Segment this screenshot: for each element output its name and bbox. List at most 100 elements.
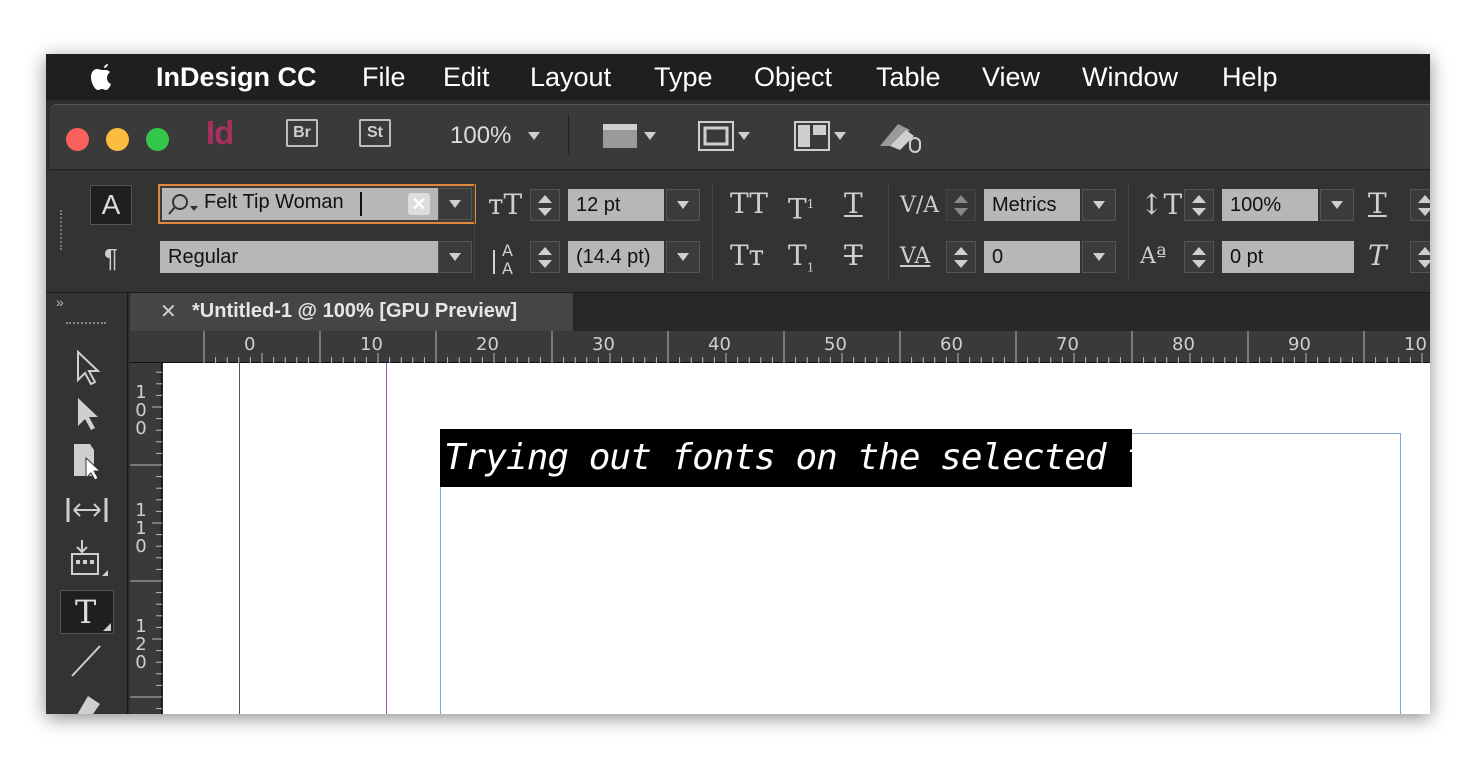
ruler-label: 10 bbox=[360, 334, 383, 355]
font-style-field[interactable]: Regular bbox=[160, 241, 438, 273]
superscript-button[interactable]: T1 bbox=[788, 188, 814, 225]
font-family-value: Felt Tip Woman bbox=[204, 191, 344, 213]
selection-tool-icon[interactable] bbox=[64, 348, 110, 388]
line-tool-icon[interactable] bbox=[64, 640, 110, 680]
leading-icon: A A bbox=[493, 241, 513, 278]
content-collector-tool-icon[interactable] bbox=[64, 538, 110, 578]
subscript-button[interactable]: T1 bbox=[788, 240, 814, 284]
svg-text:A: A bbox=[502, 259, 513, 278]
tracking-stepper[interactable] bbox=[946, 241, 976, 273]
divider bbox=[888, 184, 889, 280]
search-stock-button[interactable]: St bbox=[359, 119, 391, 147]
ruler-label: 10 bbox=[1404, 334, 1427, 355]
document-tab-title: *Untitled-1 @ 100% [GPU Preview] bbox=[192, 300, 518, 322]
all-caps-button[interactable]: TT bbox=[730, 188, 768, 220]
tracking-icon: VA bbox=[900, 244, 931, 269]
menu-type[interactable]: Type bbox=[654, 62, 713, 92]
skew-icon: T bbox=[1368, 239, 1387, 272]
leading-field[interactable]: (14.4 pt) bbox=[568, 241, 664, 273]
leading-dropdown[interactable] bbox=[666, 241, 700, 273]
horizontal-scale-stepper[interactable] bbox=[1410, 189, 1430, 221]
go-to-bridge-button[interactable]: Br bbox=[286, 119, 318, 147]
menu-table[interactable]: Table bbox=[876, 62, 941, 92]
document-canvas[interactable]: Trying out fonts on the selected type bbox=[163, 363, 1430, 714]
baseline-shift-field[interactable]: 0 pt bbox=[1222, 241, 1354, 273]
font-size-icon: ᴛT bbox=[488, 188, 523, 221]
expand-panel-icon[interactable]: » bbox=[56, 294, 64, 310]
kerning-field[interactable]: Metrics bbox=[984, 189, 1080, 221]
paragraph-formatting-button[interactable]: ¶ bbox=[90, 238, 132, 278]
vertical-scale-dropdown[interactable] bbox=[1320, 189, 1354, 221]
view-options-icon[interactable] bbox=[600, 116, 658, 156]
tracking-dropdown[interactable] bbox=[1082, 241, 1116, 273]
type-tool-button[interactable]: T bbox=[60, 590, 114, 634]
chevron-down-icon[interactable] bbox=[528, 132, 540, 140]
underline-button[interactable]: T bbox=[844, 188, 863, 220]
ruler-label: 110 bbox=[135, 500, 147, 557]
page-edge bbox=[239, 363, 240, 714]
clear-icon[interactable]: ✕ bbox=[408, 193, 430, 215]
ruler-label: 20 bbox=[476, 334, 499, 355]
leading-stepper[interactable] bbox=[530, 241, 560, 273]
horizontal-ruler[interactable] bbox=[130, 331, 1430, 363]
baseline-shift-stepper[interactable] bbox=[1184, 241, 1214, 273]
selected-text[interactable]: Trying out fonts on the selected type bbox=[440, 429, 1210, 487]
menu-object[interactable]: Object bbox=[754, 62, 832, 92]
menu-window[interactable]: Window bbox=[1082, 62, 1178, 92]
ruler-label: 0 bbox=[244, 334, 256, 355]
horizontal-scale-icon: T bbox=[1368, 187, 1387, 220]
menu-layout[interactable]: Layout bbox=[530, 62, 611, 92]
menu-file[interactable]: File bbox=[362, 62, 406, 92]
minimize-window-button[interactable] bbox=[106, 128, 129, 151]
document-tab[interactable]: ✕ *Untitled-1 @ 100% [GPU Preview] bbox=[130, 293, 574, 331]
ruler-label: 100 bbox=[135, 382, 147, 439]
ruler-label: 30 bbox=[592, 334, 615, 355]
indesign-window: InDesign CC File Edit Layout Type Object… bbox=[46, 54, 1430, 714]
arrange-documents-icon[interactable] bbox=[792, 116, 850, 156]
ruler-label: 70 bbox=[1056, 334, 1079, 355]
menu-app-name[interactable]: InDesign CC bbox=[156, 62, 317, 92]
zoom-level-select[interactable]: 100% bbox=[450, 122, 511, 150]
vertical-scale-field[interactable]: 100% bbox=[1222, 189, 1318, 221]
pen-tool-icon[interactable] bbox=[64, 684, 110, 714]
ruler-label: 90 bbox=[1288, 334, 1311, 355]
font-size-field[interactable]: 12 pt bbox=[568, 189, 664, 221]
divider bbox=[1128, 184, 1129, 280]
kerning-stepper[interactable] bbox=[946, 189, 976, 221]
font-size-stepper[interactable] bbox=[530, 189, 560, 221]
ruler-label: 40 bbox=[708, 334, 731, 355]
apple-menu-icon[interactable] bbox=[88, 62, 118, 92]
small-caps-button[interactable]: Tт bbox=[730, 240, 764, 272]
close-window-button[interactable] bbox=[66, 128, 89, 151]
font-style-dropdown[interactable] bbox=[438, 241, 472, 273]
menu-help[interactable]: Help bbox=[1222, 62, 1278, 92]
vertical-scale-stepper[interactable] bbox=[1184, 189, 1214, 221]
ruler-label: 60 bbox=[940, 334, 963, 355]
panel-grip[interactable] bbox=[60, 210, 64, 250]
font-family-dropdown[interactable] bbox=[438, 188, 472, 220]
zoom-window-button[interactable] bbox=[146, 128, 169, 151]
kerning-dropdown[interactable] bbox=[1082, 189, 1116, 221]
character-formatting-button[interactable]: A bbox=[90, 185, 132, 225]
text-cursor bbox=[360, 192, 362, 216]
page-tool-icon[interactable] bbox=[64, 442, 110, 482]
font-size-dropdown[interactable] bbox=[666, 189, 700, 221]
type-tool-icon: T bbox=[75, 593, 97, 631]
menu-edit[interactable]: Edit bbox=[443, 62, 490, 92]
svg-text:A: A bbox=[502, 241, 513, 260]
close-tab-icon[interactable]: ✕ bbox=[160, 299, 177, 324]
direct-selection-tool-icon[interactable] bbox=[64, 394, 110, 434]
strikethrough-button[interactable]: T bbox=[844, 240, 863, 272]
menu-bar: InDesign CC File Edit Layout Type Object… bbox=[46, 54, 1430, 100]
tracking-field[interactable]: 0 bbox=[984, 241, 1080, 273]
skew-stepper[interactable] bbox=[1410, 241, 1430, 273]
screen-mode-icon[interactable] bbox=[696, 116, 754, 156]
gap-tool-icon[interactable] bbox=[64, 490, 110, 530]
ruler-label: 80 bbox=[1172, 334, 1195, 355]
menu-view[interactable]: View bbox=[982, 62, 1040, 92]
font-family-field[interactable]: Felt Tip Woman ✕ bbox=[158, 184, 476, 224]
publish-online-icon[interactable] bbox=[876, 116, 926, 156]
margin-guide bbox=[386, 363, 387, 714]
panel-grip[interactable] bbox=[66, 322, 106, 327]
divider bbox=[568, 114, 569, 154]
